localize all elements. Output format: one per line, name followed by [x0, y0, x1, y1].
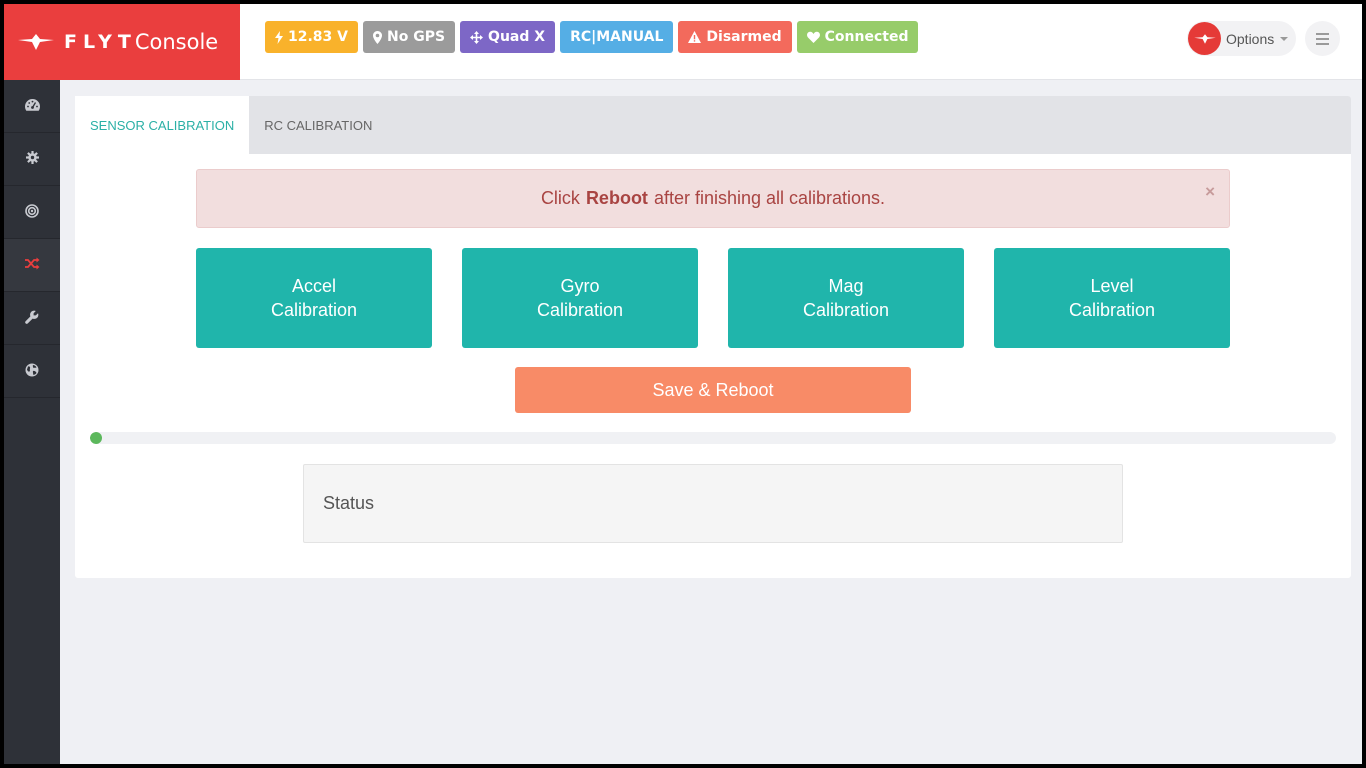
button-line1: Accel: [291, 276, 336, 296]
tab-bar: SENSOR CALIBRATION RC CALIBRATION: [75, 96, 1351, 154]
button-line2: Calibration: [270, 300, 358, 320]
options-label: Options: [1226, 30, 1275, 47]
sidebar-item-target[interactable]: [4, 186, 60, 239]
rc-mode-badge[interactable]: RC|MANUAL: [560, 21, 674, 53]
shuffle-icon: [24, 257, 40, 273]
top-header: FLYT Console 12.83 V No GPS Quad X RC|MA…: [4, 4, 1362, 80]
status-box: Status: [303, 464, 1123, 543]
brand-flyt-text: FLYT: [64, 31, 137, 53]
globe-icon: [25, 363, 39, 380]
arm-status-badge[interactable]: Disarmed: [678, 21, 792, 53]
alert-bold: Reboot: [585, 188, 648, 208]
frame-badge[interactable]: Quad X: [460, 21, 556, 53]
sidebar-item-calibration[interactable]: [4, 239, 60, 292]
sidebar-item-tools[interactable]: [4, 292, 60, 345]
progress-fill: [90, 432, 103, 444]
button-line2: Calibration: [536, 300, 624, 320]
options-dropdown[interactable]: Options: [1187, 21, 1296, 56]
close-icon[interactable]: ×: [1205, 182, 1215, 202]
brand-console-text: Console: [134, 30, 219, 54]
target-icon: [25, 203, 39, 221]
button-line1: Gyro: [560, 276, 600, 296]
gyro-calibration-button[interactable]: Gyro Calibration: [462, 248, 698, 348]
alert-suffix: after finishing all calibrations.: [653, 188, 886, 208]
calibration-buttons: Accel Calibration Gyro Calibration Mag C…: [196, 248, 1230, 348]
tab-rc-calibration[interactable]: RC CALIBRATION: [249, 96, 387, 154]
button-line2: Calibration: [1068, 300, 1156, 320]
wrench-icon: [25, 310, 39, 327]
calibration-panel: SENSOR CALIBRATION RC CALIBRATION Click …: [75, 96, 1351, 578]
dashboard-icon: [24, 98, 40, 114]
level-calibration-button[interactable]: Level Calibration: [994, 248, 1230, 348]
gps-status: No GPS: [387, 29, 446, 45]
button-line2: Calibration: [802, 300, 890, 320]
status-badges: 12.83 V No GPS Quad X RC|MANUAL Disarmed…: [265, 21, 919, 53]
arrows-move-icon: [470, 30, 484, 44]
sidebar: [4, 80, 60, 764]
arm-status: Disarmed: [706, 29, 782, 45]
map-marker-icon: [373, 30, 382, 44]
button-line1: Mag: [828, 276, 864, 296]
hamburger-line: [1316, 42, 1329, 45]
warning-icon: [688, 31, 702, 43]
button-line1: Level: [1090, 276, 1134, 296]
sidebar-item-dashboard[interactable]: [4, 80, 60, 133]
hamburger-line: [1316, 37, 1329, 40]
status-label: Status: [323, 493, 375, 513]
mag-calibration-button[interactable]: Mag Calibration: [728, 248, 964, 348]
battery-voltage: 12.83 V: [288, 29, 348, 45]
battery-badge[interactable]: 12.83 V: [265, 21, 358, 53]
tab-sensor-calibration[interactable]: SENSOR CALIBRATION: [75, 96, 250, 154]
gps-badge[interactable]: No GPS: [363, 21, 456, 53]
avatar: [1188, 22, 1221, 55]
frame-type: Quad X: [488, 29, 546, 45]
reboot-alert: Click Reboot after finishing all calibra…: [196, 169, 1230, 228]
sidebar-item-settings[interactable]: [4, 133, 60, 186]
flyt-logo-icon: [18, 32, 54, 52]
hamburger-menu-button[interactable]: [1305, 21, 1340, 56]
caret-down-icon: [1280, 36, 1289, 41]
gear-icon: [25, 151, 39, 167]
connection-status: Connected: [824, 29, 909, 45]
brand-logo[interactable]: FLYT Console: [4, 4, 240, 80]
hamburger-line: [1316, 32, 1329, 35]
calibration-progress-bar: [90, 432, 1336, 444]
bolt-icon: [275, 30, 283, 44]
heart-icon: [806, 31, 820, 43]
alert-prefix: Click: [540, 188, 580, 208]
app-frame: FLYT Console 12.83 V No GPS Quad X RC|MA…: [4, 4, 1362, 764]
rc-mode: RC|MANUAL: [570, 29, 664, 45]
connection-badge[interactable]: Connected: [796, 21, 919, 53]
sidebar-item-map[interactable]: [4, 345, 60, 398]
accel-calibration-button[interactable]: Accel Calibration: [196, 248, 432, 348]
save-reboot-button[interactable]: Save & Reboot: [515, 367, 911, 413]
